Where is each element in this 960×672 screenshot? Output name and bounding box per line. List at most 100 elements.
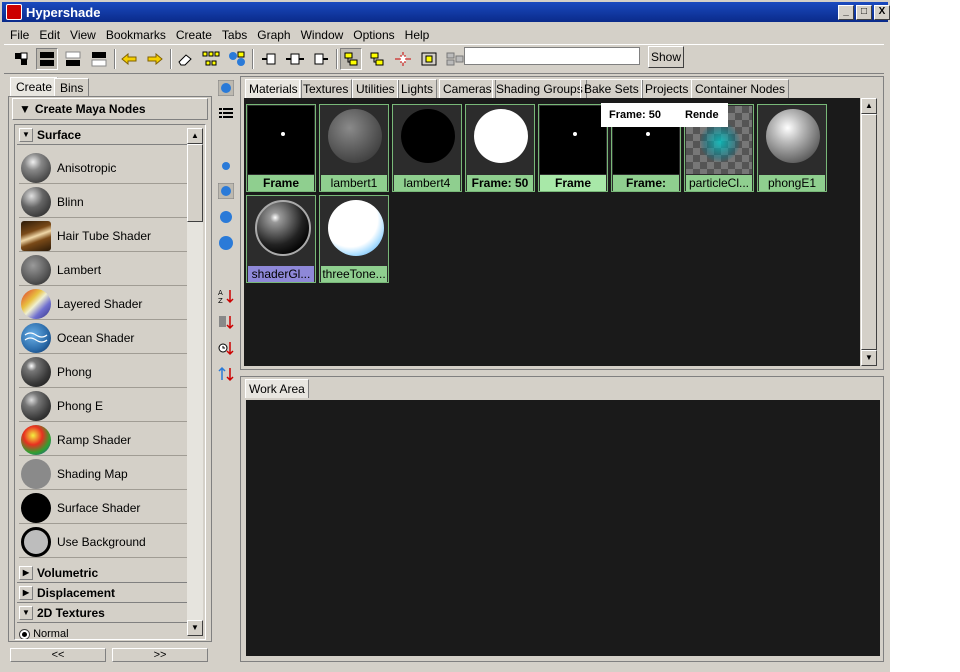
- list-item-surface-shader[interactable]: Surface Shader: [19, 491, 187, 524]
- tab-work-area[interactable]: Work Area: [245, 379, 309, 398]
- swatch-preview: [394, 106, 460, 174]
- scroll-thumb[interactable]: [861, 114, 877, 350]
- menu-bookmarks[interactable]: Bookmarks: [100, 25, 170, 42]
- menu-window[interactable]: Window: [295, 25, 348, 42]
- list-item-label: Lambert: [57, 263, 102, 277]
- material-thumb-phonge1[interactable]: phongE1: [757, 104, 827, 192]
- view-as-list-icon[interactable]: [216, 104, 236, 124]
- prev-page-button[interactable]: <<: [10, 648, 106, 662]
- list-item-shading-map[interactable]: Shading Map: [19, 457, 187, 490]
- eraser-icon[interactable]: [174, 48, 196, 70]
- menu-options[interactable]: Options: [347, 25, 398, 42]
- show-top-bottom-tabs-icon[interactable]: [36, 48, 58, 70]
- tab-bake-sets[interactable]: Bake Sets: [580, 79, 643, 98]
- tab-shading-groups[interactable]: Shading Groups: [492, 79, 587, 98]
- menu-view[interactable]: View: [64, 25, 100, 42]
- material-thumb-lambert4[interactable]: lambert4: [392, 104, 462, 192]
- container-view-icon[interactable]: [444, 48, 466, 70]
- expand-nodes-icon[interactable]: [392, 48, 414, 70]
- menu-edit[interactable]: Edit: [33, 25, 64, 42]
- material-name: Frame: [248, 175, 314, 191]
- material-thumb-frame-2[interactable]: Frame: [538, 104, 608, 192]
- show-bottom-tab-icon[interactable]: [62, 48, 84, 70]
- sort-by-type-icon[interactable]: [216, 312, 236, 332]
- xlarge-swatch-icon[interactable]: [216, 233, 236, 253]
- scroll-up-icon[interactable]: ▲: [861, 98, 877, 114]
- tab-utilities[interactable]: Utilities: [352, 79, 399, 98]
- back-arrow-icon[interactable]: [118, 48, 140, 70]
- list-item-layered-shader[interactable]: Layered Shader: [19, 287, 187, 320]
- title-bar: Hypershade _ □ X: [2, 2, 890, 22]
- menu-create[interactable]: Create: [170, 25, 216, 42]
- surface-shader-swatch-icon: [21, 493, 51, 523]
- scroll-down-icon[interactable]: ▼: [187, 620, 203, 636]
- tab-bins[interactable]: Bins: [54, 78, 90, 97]
- material-thumb-frame-50[interactable]: Frame: 50: [465, 104, 535, 192]
- forward-arrow-icon[interactable]: [144, 48, 166, 70]
- normal-radio-option[interactable]: Normal: [19, 628, 69, 639]
- tab-textures[interactable]: Textures: [299, 79, 353, 98]
- material-thumb-three-tone[interactable]: threeTone...: [319, 195, 389, 283]
- graph-view-mode-icon[interactable]: [340, 48, 362, 70]
- work-area-graph[interactable]: [246, 400, 880, 656]
- medium-swatch-icon[interactable]: [216, 181, 236, 201]
- sort-by-time-icon[interactable]: [216, 338, 236, 358]
- menu-graph[interactable]: Graph: [251, 25, 294, 42]
- material-thumb-shader-glow[interactable]: shaderGl...: [246, 195, 316, 283]
- sort-by-name-icon[interactable]: AZ: [216, 286, 236, 306]
- hierarchy-view-icon[interactable]: [366, 48, 388, 70]
- scroll-down-icon[interactable]: ▼: [861, 350, 877, 366]
- close-button[interactable]: X: [874, 5, 890, 20]
- list-item-anisotropic[interactable]: Anisotropic: [19, 151, 187, 184]
- section-displacement[interactable]: ▶ Displacement: [17, 585, 189, 603]
- reverse-sort-icon[interactable]: [216, 364, 236, 384]
- list-item-use-background[interactable]: Use Background: [19, 525, 187, 558]
- node-list-scrollbar[interactable]: ▲ ▼: [187, 128, 203, 636]
- small-swatch-icon[interactable]: [216, 156, 236, 176]
- create-maya-nodes-header[interactable]: ▼ Create Maya Nodes: [12, 98, 208, 120]
- list-item-phong-e[interactable]: Phong E: [19, 389, 187, 422]
- section-2d-textures[interactable]: ▼ 2D Textures: [17, 605, 189, 623]
- tab-projects[interactable]: Projects: [641, 79, 693, 98]
- material-name: Frame: 50: [467, 175, 533, 191]
- maximize-button[interactable]: □: [856, 5, 872, 20]
- show-button[interactable]: Show: [648, 46, 684, 68]
- svg-text:Z: Z: [218, 297, 223, 304]
- menu-tabs[interactable]: Tabs: [216, 25, 251, 42]
- graph-materials-icon[interactable]: [226, 48, 248, 70]
- input-connections-icon[interactable]: [258, 48, 280, 70]
- materials-scrollbar[interactable]: ▲ ▼: [860, 98, 878, 366]
- large-swatch-icon[interactable]: [216, 207, 236, 227]
- next-page-button[interactable]: >>: [112, 648, 208, 662]
- list-item-blinn[interactable]: Blinn: [19, 185, 187, 218]
- toggle-layout-icon[interactable]: [10, 48, 32, 70]
- view-as-icons-icon[interactable]: [216, 78, 236, 98]
- list-item-phong[interactable]: Phong: [19, 355, 187, 388]
- minimize-button[interactable]: _: [838, 5, 854, 20]
- input-output-connections-icon[interactable]: [284, 48, 306, 70]
- scroll-thumb[interactable]: [187, 144, 203, 222]
- node-filter-input[interactable]: [464, 47, 640, 65]
- section-surface[interactable]: ▼ Surface: [17, 127, 189, 145]
- menu-file[interactable]: File: [4, 25, 33, 42]
- menu-help[interactable]: Help: [399, 25, 434, 42]
- show-top-tab-icon[interactable]: [88, 48, 110, 70]
- tab-container-nodes[interactable]: Container Nodes: [691, 79, 790, 98]
- scroll-up-icon[interactable]: ▲: [187, 128, 203, 144]
- rearrange-graph-icon[interactable]: [200, 48, 222, 70]
- tab-lights[interactable]: Lights: [397, 79, 438, 98]
- hair-tube-swatch-icon: [21, 221, 51, 251]
- material-name: Frame:: [613, 175, 679, 191]
- list-item-ocean-shader[interactable]: Ocean Shader: [19, 321, 187, 354]
- tab-materials[interactable]: Materials: [245, 79, 302, 98]
- tab-cameras[interactable]: Cameras: [439, 79, 496, 98]
- list-item-ramp-shader[interactable]: Ramp Shader: [19, 423, 187, 456]
- list-item-lambert[interactable]: Lambert: [19, 253, 187, 286]
- output-connections-icon[interactable]: [310, 48, 332, 70]
- frame-selection-icon[interactable]: [418, 48, 440, 70]
- section-volumetric[interactable]: ▶ Volumetric: [17, 565, 189, 583]
- material-thumb-lambert1[interactable]: lambert1: [319, 104, 389, 192]
- list-item-hair-tube-shader[interactable]: Hair Tube Shader: [19, 219, 187, 252]
- material-thumb-frame-1[interactable]: Frame: [246, 104, 316, 192]
- tab-create[interactable]: Create: [10, 77, 59, 96]
